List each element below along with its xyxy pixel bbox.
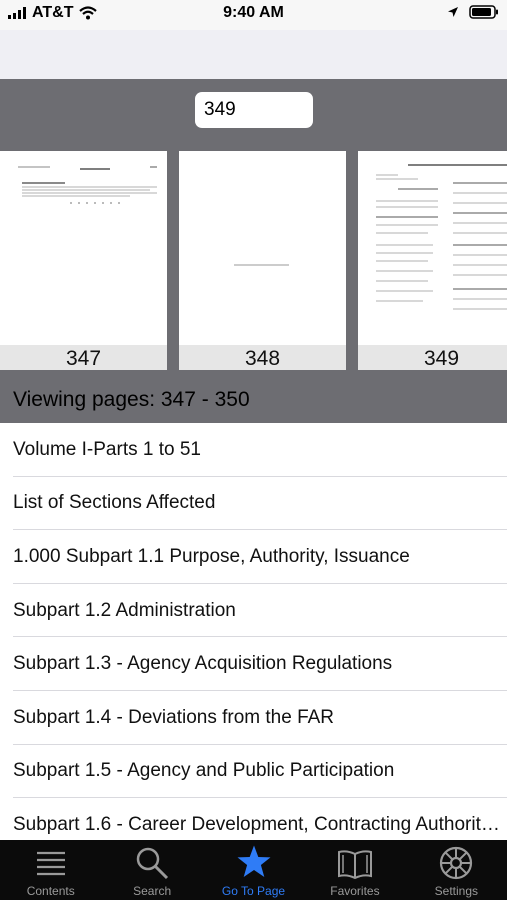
search-icon [136,847,169,880]
page-thumbnail[interactable]: 347 [0,151,167,370]
thumbnail-page-number: 348 [179,345,346,370]
tab-label: Go To Page [221,884,286,898]
list-item[interactable]: List of Sections Affected [0,477,507,531]
goto-page-input[interactable] [195,92,313,128]
list-icon [36,851,65,876]
list-item[interactable]: 1.000 Subpart 1.1 Purpose, Authority, Is… [0,530,507,584]
clock: 9:40 AM [223,4,284,21]
navigation-bar [0,30,507,79]
page-thumbnail-strip: 347 348 [0,79,507,423]
tab-go-to-page[interactable]: Go To Page [203,840,304,900]
page-thumbnail[interactable]: 349 [358,151,507,370]
status-right [447,5,499,19]
page-thumbnail[interactable]: 348 [179,151,346,370]
list-item[interactable]: Subpart 1.3 - Agency Acquisition Regulat… [0,637,507,691]
thumbnail-page-number: 347 [0,345,167,370]
page-preview [376,164,507,310]
tab-contents[interactable]: Contents [0,840,101,900]
location-arrow-icon [448,7,458,17]
tab-label: Contents [26,884,75,898]
page-preview [18,166,157,204]
list-item[interactable]: Subpart 1.4 - Deviations from the FAR [0,691,507,745]
contents-list: Volume I-Parts 1 to 51 List of Sections … [0,423,507,840]
list-item[interactable]: Subpart 1.2 Administration [0,584,507,638]
tab-label: Search [133,884,172,898]
tab-label: Settings [434,884,478,898]
tab-search[interactable]: Search [101,840,202,900]
gear-wheel-icon [440,846,473,880]
book-icon [337,850,372,880]
status-bar: AT&T 9:40 AM [0,0,507,30]
tab-settings[interactable]: Settings [406,840,507,900]
tab-label: Favorites [330,884,380,898]
list-item[interactable]: Subpart 1.6 - Career Development, Contra… [0,798,507,840]
list-item[interactable]: Volume I-Parts 1 to 51 [0,423,507,477]
thumbnail-page-number: 349 [358,345,507,370]
list-item[interactable]: Subpart 1.5 - Agency and Public Particip… [0,745,507,799]
tab-favorites[interactable]: Favorites [304,840,405,900]
tab-bar: Contents Search Go To Page Favorites Set… [0,840,507,900]
battery-icon [469,5,498,19]
page-preview [234,264,289,266]
viewing-pages-label: Viewing pages: 347 - 350 [13,388,250,411]
star-icon [237,845,271,877]
